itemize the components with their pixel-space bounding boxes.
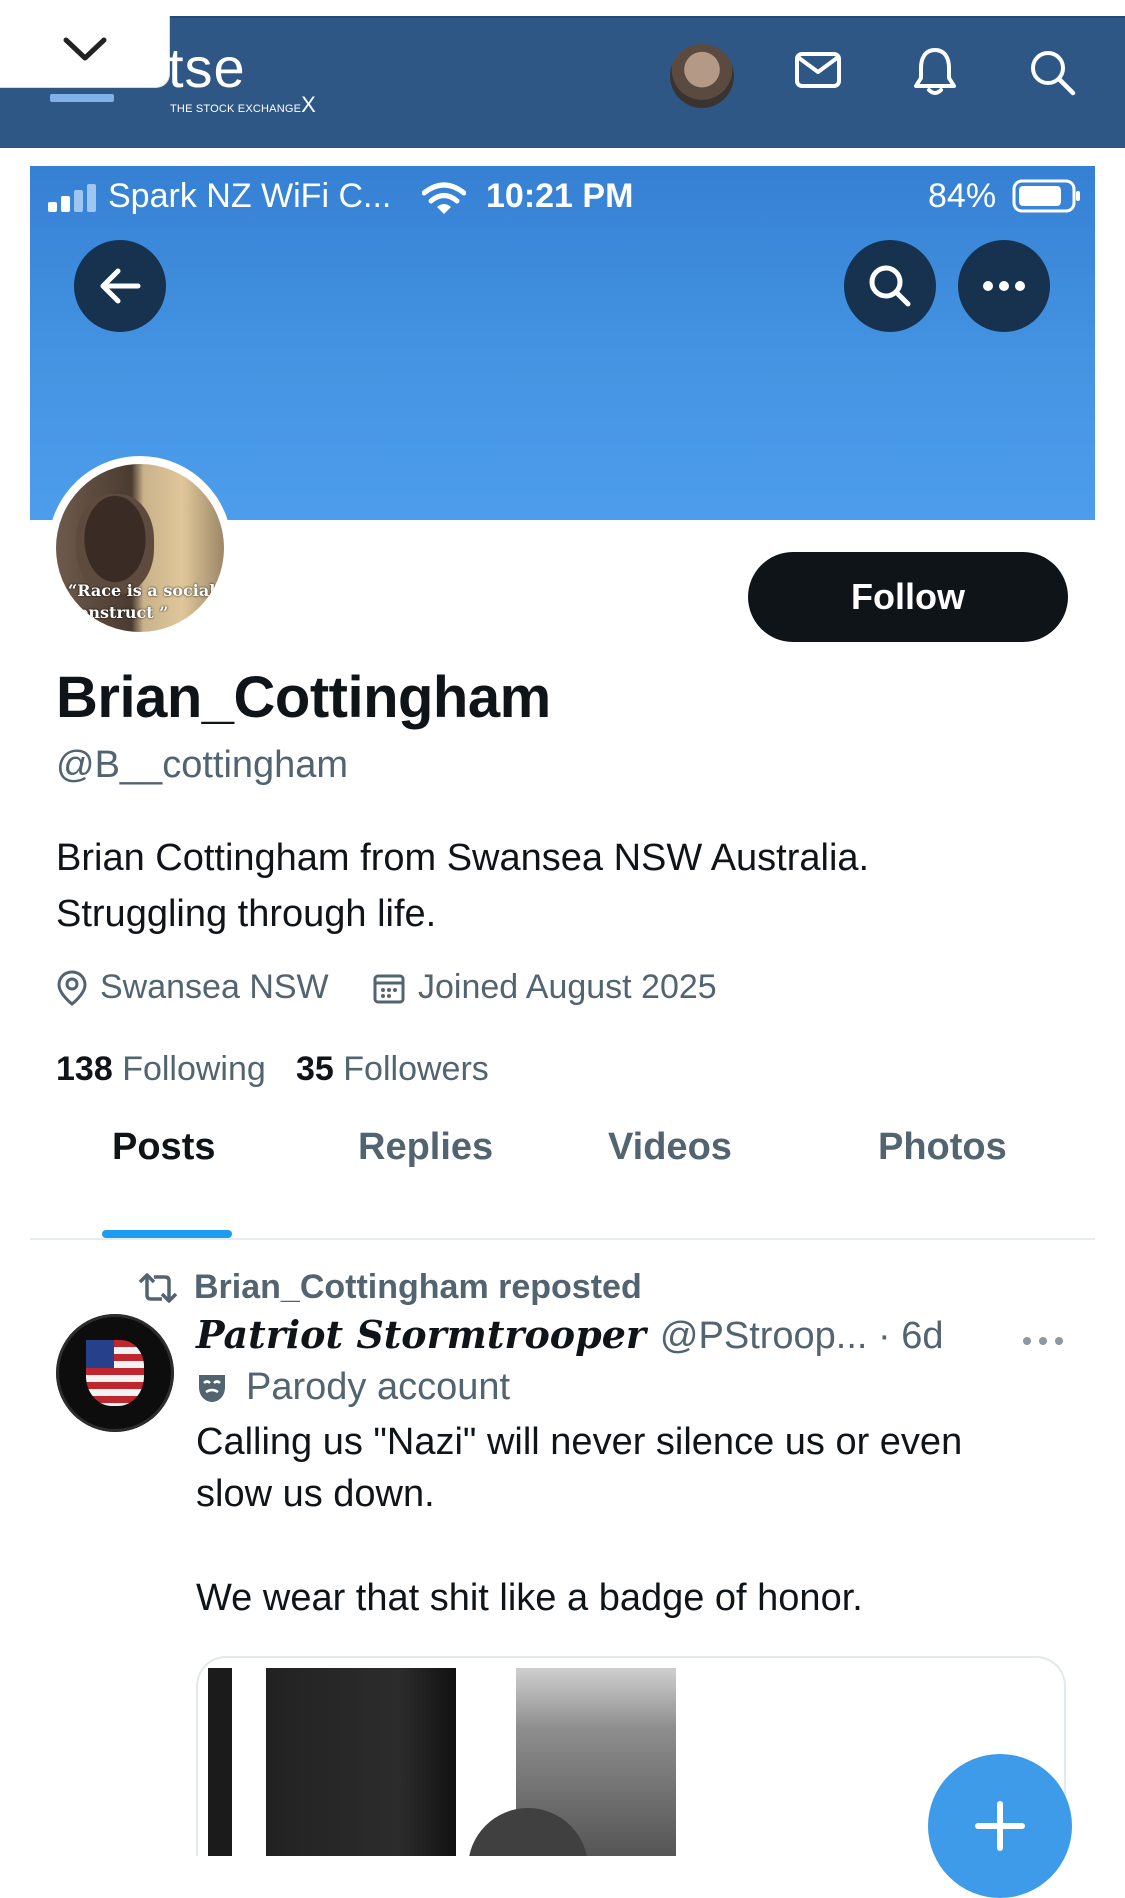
joined-item: Joined August 2025 [372, 968, 717, 1007]
profile-search-button[interactable] [844, 240, 936, 332]
more-dots-icon [983, 281, 1025, 291]
calendar-icon [373, 974, 405, 1003]
display-name: Brian_Cottingham [56, 665, 551, 730]
menu-indicator [50, 94, 114, 102]
clock: 10:21 PM [486, 177, 634, 215]
avatar-caption: “Race is a social construct ” [68, 581, 216, 622]
post-author-avatar[interactable] [56, 1314, 174, 1432]
compose-button[interactable] [928, 1754, 1072, 1898]
battery-percent: 84% [928, 177, 997, 215]
tab-replies[interactable]: Replies [358, 1126, 493, 1169]
post-author-name[interactable]: Patriot Stormtrooper [196, 1312, 646, 1357]
chevron-down-icon [63, 37, 107, 61]
user-avatar[interactable] [670, 44, 734, 108]
logo-subtitle: THE STOCK EXCHANGEX [170, 92, 317, 117]
mask-icon [199, 1374, 225, 1402]
plus-icon [975, 1801, 1025, 1851]
bell-icon[interactable] [912, 46, 958, 98]
profile-bio: Brian Cottingham from Swansea NSW Austra… [56, 830, 869, 942]
post-more-icon[interactable] [1022, 1336, 1064, 1346]
following-link[interactable]: 138 Following [56, 1050, 266, 1089]
mail-icon[interactable] [794, 50, 842, 90]
post-text: Calling us "Nazi" will never silence us … [196, 1421, 963, 1619]
more-options-button[interactable] [958, 240, 1050, 332]
repost-label: Brian_Cottingham reposted [194, 1268, 642, 1306]
avatar-face [76, 494, 154, 594]
back-button[interactable] [74, 240, 166, 332]
bio-line: Struggling through life. [56, 893, 437, 935]
repost-icon [138, 1272, 178, 1303]
bio-line: Brian Cottingham from Swansea NSW Austra… [56, 837, 870, 879]
profile-avatar-image: “Race is a social construct ” [56, 464, 224, 632]
battery-icon [1012, 179, 1080, 213]
parody-label: Parody account [246, 1366, 511, 1408]
profile-banner [30, 166, 1095, 520]
following-label: Following [122, 1050, 266, 1088]
followers-link[interactable]: 35 Followers [296, 1050, 489, 1089]
parody-badge: Parody account [196, 1366, 510, 1409]
carrier-label: Spark NZ WiFi C... [108, 177, 392, 215]
tab-posts[interactable]: Posts [112, 1126, 215, 1169]
follow-button[interactable]: Follow [748, 552, 1068, 642]
user-handle: @B__cottingham [56, 744, 349, 786]
arrow-left-icon [100, 268, 141, 304]
joined-text: Joined August 2025 [418, 968, 717, 1006]
followers-label: Followers [343, 1050, 489, 1088]
media-door [266, 1668, 456, 1856]
post-header: Patriot Stormtrooper @PStroop... · 6d [196, 1312, 944, 1358]
active-tab-indicator [102, 1230, 232, 1238]
tab-videos[interactable]: Videos [608, 1126, 732, 1169]
signal-icon [48, 184, 96, 212]
search-icon[interactable] [1028, 48, 1078, 98]
location-text: Swansea NSW [100, 968, 329, 1006]
followers-count: 35 [296, 1050, 334, 1088]
profile-screenshot: Spark NZ WiFi C... 10:21 PM 84% “Race is… [30, 166, 1095, 1898]
media-shadow [208, 1668, 232, 1856]
site-header: tse THE STOCK EXCHANGEX [0, 0, 1125, 148]
search-icon [869, 265, 911, 307]
logo-text: tse [168, 36, 246, 99]
flag-canton [86, 1340, 114, 1368]
following-count: 138 [56, 1050, 113, 1088]
location-item: Swansea NSW [56, 968, 329, 1007]
post-author-handle[interactable]: @PStroop... · 6d [660, 1315, 944, 1358]
menu-dropdown-toggle[interactable] [0, 16, 170, 88]
tabs-divider [30, 1238, 1095, 1240]
location-pin-icon [57, 969, 87, 1006]
tab-photos[interactable]: Photos [878, 1126, 1007, 1169]
wifi-icon [422, 182, 466, 214]
profile-avatar[interactable]: “Race is a social construct ” [48, 456, 232, 640]
repost-indicator: Brian_Cottingham reposted [138, 1268, 642, 1307]
